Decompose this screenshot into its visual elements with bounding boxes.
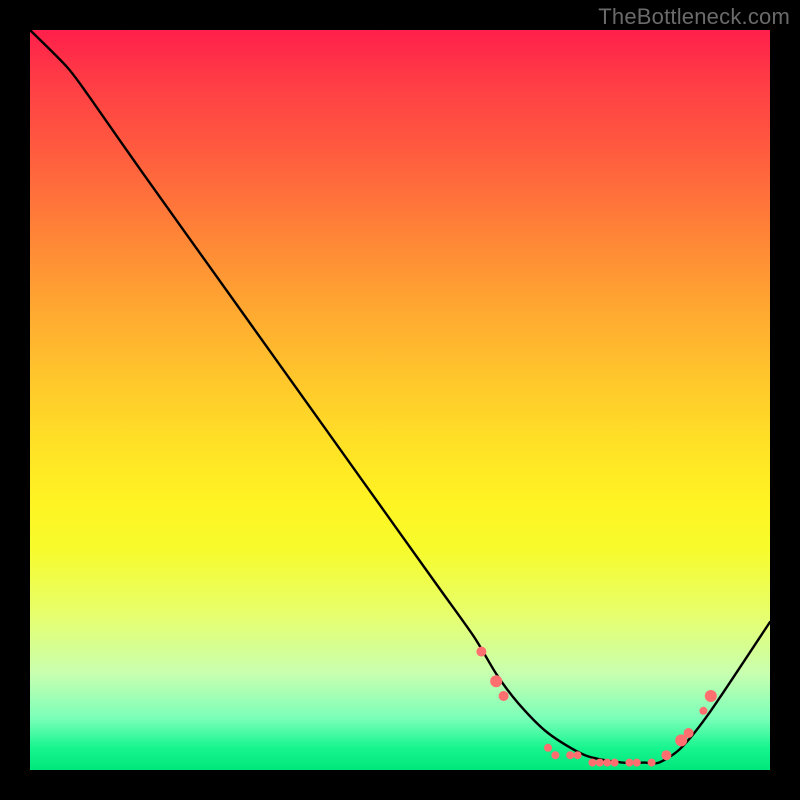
chart-marker [684,728,694,738]
chart-marker [611,759,619,767]
chart-marker [499,691,509,701]
chart-svg [30,30,770,770]
chart-marker [699,707,707,715]
chart-marker [596,759,604,767]
chart-marker [633,759,641,767]
chart-marker [544,744,552,752]
chart-marker [648,759,656,767]
chart-plot-area [30,30,770,770]
watermark-text: TheBottleneck.com [598,4,790,30]
chart-marker [551,751,559,759]
chart-marker [476,647,486,657]
chart-marker [603,759,611,767]
chart-marker [588,759,596,767]
chart-marker [625,759,633,767]
chart-frame: TheBottleneck.com [0,0,800,800]
chart-marker [574,751,582,759]
chart-marker [490,675,502,687]
chart-marker [705,690,717,702]
chart-marker [661,750,671,760]
chart-marker [566,751,574,759]
chart-line [30,30,770,763]
